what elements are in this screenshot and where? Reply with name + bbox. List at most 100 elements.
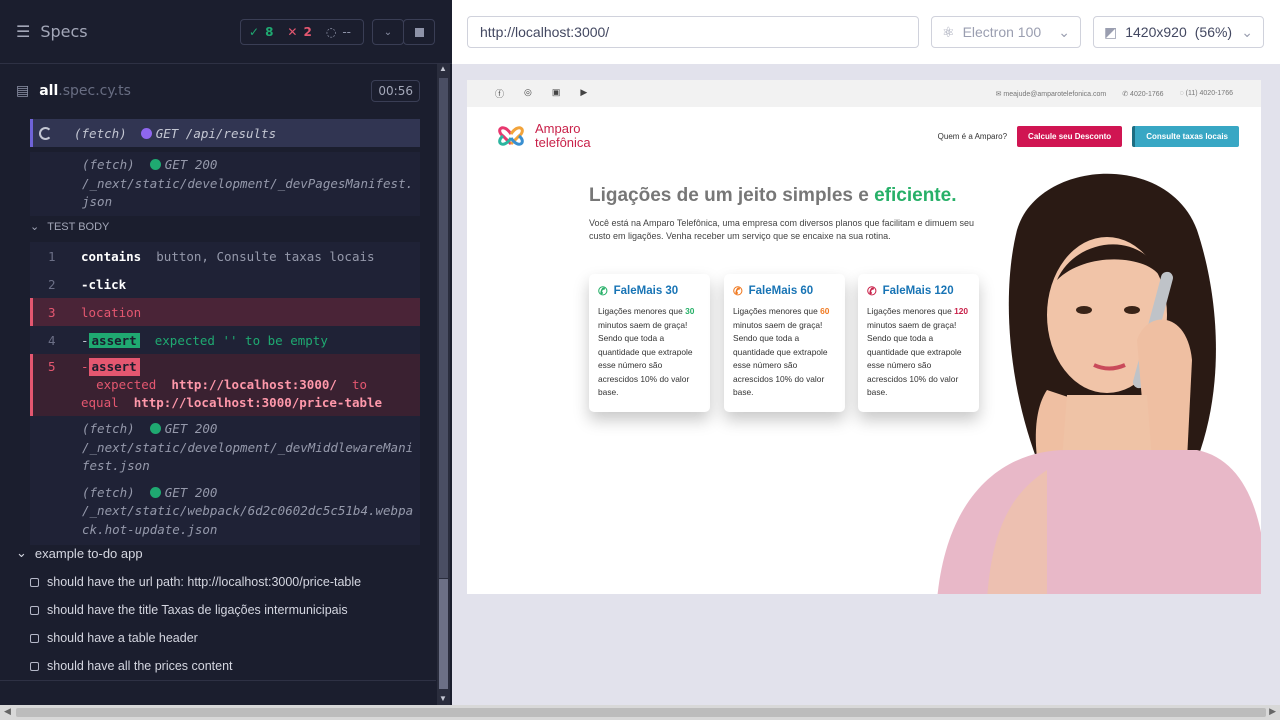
scroll-down-icon[interactable]: ▼ [439,694,447,703]
plan-text: minutos saem de graça! Sendo que toda a … [733,319,828,398]
test-item[interactable]: should have all the prices content [30,659,233,673]
command-row[interactable]: 1 contains button, Consulte taxas locais [30,242,420,270]
assert-actual: http://localhost:3000/ [171,377,337,392]
fetch-label: (fetch) [82,157,135,172]
test-status-icon [30,633,39,643]
fetch-row[interactable]: (fetch) GET 200 /_next/static/webpack/6d2… [30,480,420,546]
horizontal-scrollbar[interactable]: ◀ ▶ [0,705,1280,720]
chevron-down-icon: ⌄ [1241,23,1253,40]
email-contact[interactable]: ✉ meajude@amparotelefonica.com [996,90,1107,98]
stop-button[interactable] [403,19,435,45]
test-title: should have the title Taxas de ligações … [47,603,348,617]
plan-minutes: 30 [685,306,695,316]
run-timer: 00:56 [371,80,420,102]
phone-contact[interactable]: ✆ 4020-1766 [1122,90,1163,98]
assert-target: http://localhost:3000/price-table [133,395,383,410]
test-item[interactable]: should have the url path: http://localho… [30,575,361,589]
site-logo[interactable]: Amparo telefônica [493,118,591,154]
logo-line1: Amparo [535,121,581,136]
phone-icon: ✆ [733,286,743,298]
specs-toggle[interactable]: ☰ Specs [16,22,88,41]
line-number: 4 [48,332,56,348]
url-bar[interactable]: http://localhost:3000/ [467,16,919,48]
fetch-path: /_next/static/development/_devMiddleware… [82,439,414,474]
scroll-right-icon[interactable]: ▶ [1269,706,1276,717]
fetch-row[interactable]: (fetch) GET 200 /_next/static/development… [30,416,420,480]
instagram-icon[interactable]: ◎ [524,87,532,100]
spec-file-bar: ▤ all.spec.cy.ts 00:56 [16,76,420,106]
command-row-failed[interactable]: 3 location [30,298,420,326]
site-nav: Amparo telefônica Quem é a Amparo? Calcul… [493,118,1239,154]
test-body-section[interactable]: ⌄ TEST BODY [30,220,109,234]
fetch-label: (fetch) [74,125,127,141]
app-preview-panel: http://localhost:3000/ ⚛ Electron 100 ⌄ ◩ 1… [452,0,1280,705]
fetch-path: /_next/static/webpack/6d2c0602dc5c51b4.w… [82,503,414,537]
chevron-down-icon[interactable]: ⌄ [372,19,404,45]
scrollbar-thumb[interactable] [16,708,1266,717]
scrollbar-thumb[interactable] [439,579,448,689]
phone-icon: ✆ [1122,90,1131,98]
specs-title: Specs [40,22,88,41]
test-status-icon [30,605,39,615]
browser-select[interactable]: ⚛ Electron 100 ⌄ [931,16,1081,48]
command-arg: button, Consulte taxas locais [156,248,375,264]
fetch-label: (fetch) [82,484,135,500]
suite-name: example to-do app [34,545,143,561]
check-rates-button[interactable]: Consulte taxas locais [1132,125,1239,147]
plan-text: minutos saem de graça! Sendo que toda a … [867,319,962,398]
facebook-icon[interactable]: ⓕ [495,87,504,100]
command-name: -click [81,276,127,292]
suite-title[interactable]: ⌄ example to-do app [16,545,143,561]
viewport-select[interactable]: ◩ 1420x920 (56%) ⌄ [1093,16,1264,48]
calculate-discount-button[interactable]: Calcule seu Desconto [1017,125,1123,147]
plan-text: Ligações menores que [733,306,818,316]
assert-badge: assert [88,332,140,348]
assert-word: to [351,377,368,392]
youtube-icon[interactable]: ▶ [580,87,587,100]
app-iframe: ⓕ ◎ ▣ ▶ ✉ meajude@amparotelefonica.com ✆… [467,80,1261,594]
plan-title: FaleMais 120 [882,285,954,297]
command-list: 1 contains button, Consulte taxas locais … [30,242,420,545]
preview-toolbar: http://localhost:3000/ ⚛ Electron 100 ⌄ ◩ 1… [452,0,1280,64]
browser-name: Electron 100 [962,24,1042,40]
passed-count: 8 [265,25,274,39]
plan-card[interactable]: ✆ FaleMais 60 Ligações menores que 60 min… [724,274,845,412]
command-name: location [81,304,142,320]
command-row[interactable]: 4- assert expected '' to be empty [30,326,420,354]
linkedin-icon[interactable]: ▣ [552,87,561,100]
success-dot-icon [149,423,161,434]
failed-count: 2 [303,25,312,39]
plan-minutes: 60 [820,306,830,316]
plan-minutes: 120 [954,306,969,316]
divider [0,680,436,681]
viewport-size: 1420x920 [1125,24,1187,40]
pending-icon: ◌ [325,25,337,39]
spinner-icon [39,126,52,140]
pending-fetch-row[interactable]: (fetch) GET /api/results [30,119,420,147]
hero-title-highlight: eficiente. [874,185,957,206]
spec-file-name[interactable]: all.spec.cy.ts [39,83,131,99]
plan-title: FaleMais 60 [748,285,814,297]
plan-text: Ligações menores que [867,306,952,316]
command-name: contains [81,248,142,264]
command-row-failed-assert[interactable]: 5 - assert expected http://localhost:3000… [30,354,420,416]
hero-title: Ligações de um jeito simples e eficiente… [589,185,956,207]
fetch-label: (fetch) [82,421,135,436]
plan-card[interactable]: ✆ FaleMais 120 Ligações menores que 120 m… [858,274,979,412]
scroll-left-icon[interactable]: ◀ [4,706,11,717]
scrollbar-thumb-upper[interactable] [439,78,448,578]
test-item[interactable]: should have the title Taxas de ligações … [30,603,348,617]
chevron-down-icon: ⌄ [16,545,27,560]
test-item[interactable]: should have a table header [30,631,198,645]
plan-title: FaleMais 30 [613,285,679,297]
scroll-up-icon[interactable]: ▲ [439,64,447,73]
nav-about-link[interactable]: Quem é a Amparo? [938,132,1007,141]
plan-card[interactable]: ✆ FaleMais 30 Ligações menores que 30 min… [589,274,710,412]
fetch-row[interactable]: (fetch) GET 200 /_next/static/development… [30,152,420,216]
whatsapp-contact[interactable]: ◌ (11) 4020-1766 [1180,90,1233,98]
fetch-text: GET /api/results [155,125,277,141]
command-row[interactable]: 2 -click [30,270,420,298]
logo-line2: telefônica [535,135,591,150]
command-log-scrollbar[interactable]: ▲ ▼ [437,64,450,705]
test-title: should have a table header [47,631,198,645]
